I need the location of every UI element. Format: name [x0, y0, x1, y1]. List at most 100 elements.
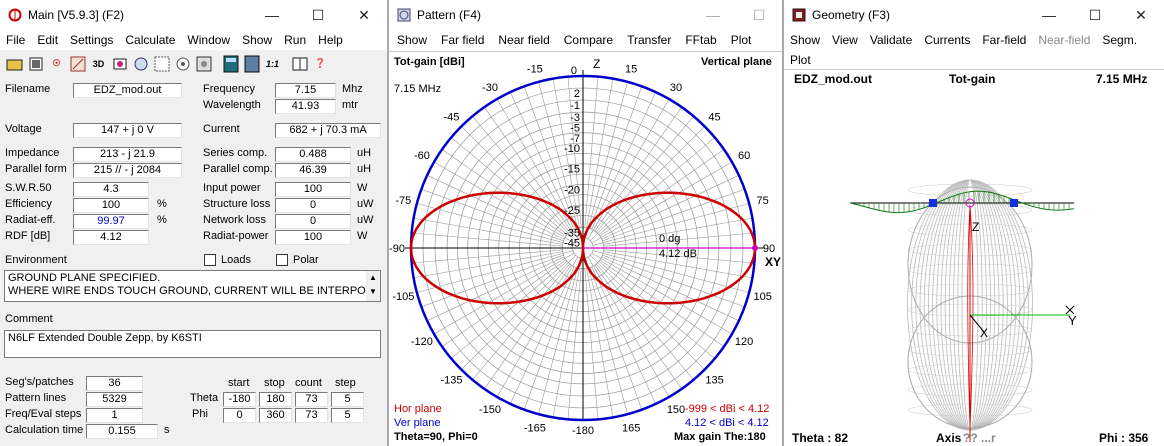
environment-scrollbar[interactable]: ▲ ▼ — [366, 271, 380, 301]
geometry-menu-show[interactable]: Show — [784, 33, 826, 47]
edit-geometry-icon[interactable] — [110, 54, 129, 73]
pattern-menu-near-field[interactable]: Near field — [491, 33, 556, 47]
geometry-frequency: 7.15 MHz — [1096, 72, 1148, 86]
menu-edit[interactable]: Edit — [31, 33, 64, 47]
network-loss-field[interactable]: 0 — [275, 214, 351, 229]
book-icon[interactable] — [290, 54, 309, 73]
phi-count-field[interactable]: 73 — [295, 408, 328, 423]
source-icon[interactable]: ☉ — [47, 54, 66, 73]
rdf-field[interactable]: 4.12 — [73, 230, 149, 245]
close-button[interactable]: ✕ — [341, 0, 387, 30]
geometry-menu-far-field[interactable]: Far-field — [976, 33, 1032, 47]
pattern-menu-far-field[interactable]: Far field — [434, 33, 491, 47]
open-file-icon[interactable] — [5, 54, 24, 73]
pattern-icon[interactable] — [68, 54, 87, 73]
geometry-menu-validate[interactable]: Validate — [864, 33, 918, 47]
pattern-menu-show[interactable]: Show — [389, 33, 434, 47]
3d-icon[interactable]: 3D — [89, 54, 108, 73]
angle-label-right: 150 — [667, 404, 685, 416]
geometry-maximize-button[interactable]: ☐ — [1072, 0, 1118, 30]
pattern-maximize-button[interactable]: ☐ — [736, 0, 782, 30]
filename-field[interactable]: EDZ_mod.out — [73, 83, 182, 98]
help-icon[interactable]: ❓ — [311, 54, 330, 73]
calc-time-field[interactable]: 0.155 — [86, 424, 158, 439]
minimize-button[interactable]: — — [249, 0, 295, 30]
main-menubar: File Edit Settings Calculate Window Show… — [0, 30, 387, 50]
angle-label-left: -135 — [440, 375, 462, 387]
menu-help[interactable]: Help — [312, 33, 349, 47]
geometry-menu-near-field[interactable]: Near-field — [1032, 33, 1096, 47]
calc-time-label: Calculation time — [5, 424, 84, 436]
geometry-menubar: Show View Validate Currents Far-field Ne… — [784, 30, 1164, 49]
menu-file[interactable]: File — [0, 33, 31, 47]
polar-checkbox[interactable] — [276, 254, 288, 266]
pattern-menu-transfer[interactable]: Transfer — [620, 33, 678, 47]
loads-checkbox[interactable] — [204, 254, 216, 266]
pattern-menu-fftab[interactable]: FFtab — [678, 33, 723, 47]
theta-start-field[interactable]: -180 — [223, 392, 256, 407]
db-scale-label: -20 — [564, 184, 580, 196]
input-power-label: Input power — [203, 182, 261, 194]
input-power-unit: W — [357, 182, 368, 194]
voltage-field[interactable]: 147 + j 0 V — [73, 123, 182, 138]
impedance-field[interactable]: 213 - j 21.9 — [73, 147, 182, 162]
series-comp-field[interactable]: 0.488 — [275, 147, 351, 162]
environment-textbox[interactable]: GROUND PLANE SPECIFIED. WHERE WIRE ENDS … — [4, 270, 381, 302]
radiat-eff-unit: % — [157, 214, 167, 226]
geometry-menu-view[interactable]: View — [826, 33, 864, 47]
freq-eval-field[interactable]: 1 — [86, 408, 143, 423]
phi-start-field[interactable]: 0 — [223, 408, 256, 423]
scale-icon[interactable]: 1:1 — [263, 54, 282, 73]
edit-icon[interactable] — [26, 54, 45, 73]
pattern-minimize-button[interactable]: — — [690, 0, 736, 30]
geometry-menu-segm[interactable]: Segm. — [1096, 33, 1143, 47]
phi-stop-field[interactable]: 360 — [259, 408, 292, 423]
geometry-minimize-button[interactable]: — — [1026, 0, 1072, 30]
geometry-menu-plot[interactable]: Plot — [784, 53, 817, 67]
angle-label-left: -165 — [524, 423, 546, 435]
geometry-close-button[interactable]: ✕ — [1118, 0, 1164, 30]
calculator-icon[interactable] — [221, 54, 240, 73]
current-field[interactable]: 682 + j 70.3 mA — [275, 123, 381, 138]
menu-show[interactable]: Show — [236, 33, 278, 47]
pattern-menu-compare[interactable]: Compare — [557, 33, 620, 47]
theta-count-field[interactable]: 73 — [295, 392, 328, 407]
menu-run[interactable]: Run — [278, 33, 312, 47]
phi-step-field[interactable]: 5 — [331, 408, 364, 423]
polar-label: Polar — [293, 254, 319, 266]
parallel-form-field[interactable]: 215 // - j 2084 — [73, 163, 182, 178]
far-field-icon[interactable] — [173, 54, 192, 73]
geometry-menu-currents[interactable]: Currents — [918, 33, 976, 47]
menu-calculate[interactable]: Calculate — [119, 33, 181, 47]
structure-loss-field[interactable]: 0 — [275, 198, 351, 213]
parallel-comp-field[interactable]: 46.39 — [275, 163, 351, 178]
grid-spoke — [411, 232, 563, 247]
pattern-lines-field[interactable]: 5329 — [86, 392, 143, 407]
theta-step-field[interactable]: 5 — [331, 392, 364, 407]
swr-field[interactable]: 4.3 — [73, 182, 149, 197]
segs-label: Seg's/patches — [5, 376, 74, 388]
angle-label-left: -150 — [479, 404, 501, 416]
grid-icon[interactable] — [152, 54, 171, 73]
theta-stop-field[interactable]: 180 — [259, 392, 292, 407]
frequency-field[interactable]: 7.15 — [275, 83, 336, 98]
angle-label-left: -15 — [527, 63, 543, 75]
grid-spoke — [426, 256, 565, 321]
radiat-power-field[interactable]: 100 — [275, 230, 351, 245]
input-power-field[interactable]: 100 — [275, 182, 351, 197]
menu-settings[interactable]: Settings — [64, 33, 119, 47]
grid-spoke — [591, 91, 656, 230]
comment-textbox[interactable]: N6LF Extended Double Zepp, by K6STI — [4, 330, 381, 358]
menu-window[interactable]: Window — [181, 33, 236, 47]
radiat-eff-field[interactable]: 99.97 — [73, 214, 149, 229]
compare-icon[interactable] — [242, 54, 261, 73]
efficiency-field[interactable]: 100 — [73, 198, 149, 213]
wavelength-field[interactable]: 41.93 — [275, 99, 336, 114]
globe-icon[interactable] — [131, 54, 150, 73]
segs-field[interactable]: 36 — [86, 376, 143, 391]
geometry-x-label: X — [980, 326, 989, 340]
pattern-menu-plot[interactable]: Plot — [724, 33, 759, 47]
series-comp-unit: uH — [357, 147, 372, 159]
view-icon[interactable] — [194, 54, 213, 73]
maximize-button[interactable]: ☐ — [295, 0, 341, 30]
